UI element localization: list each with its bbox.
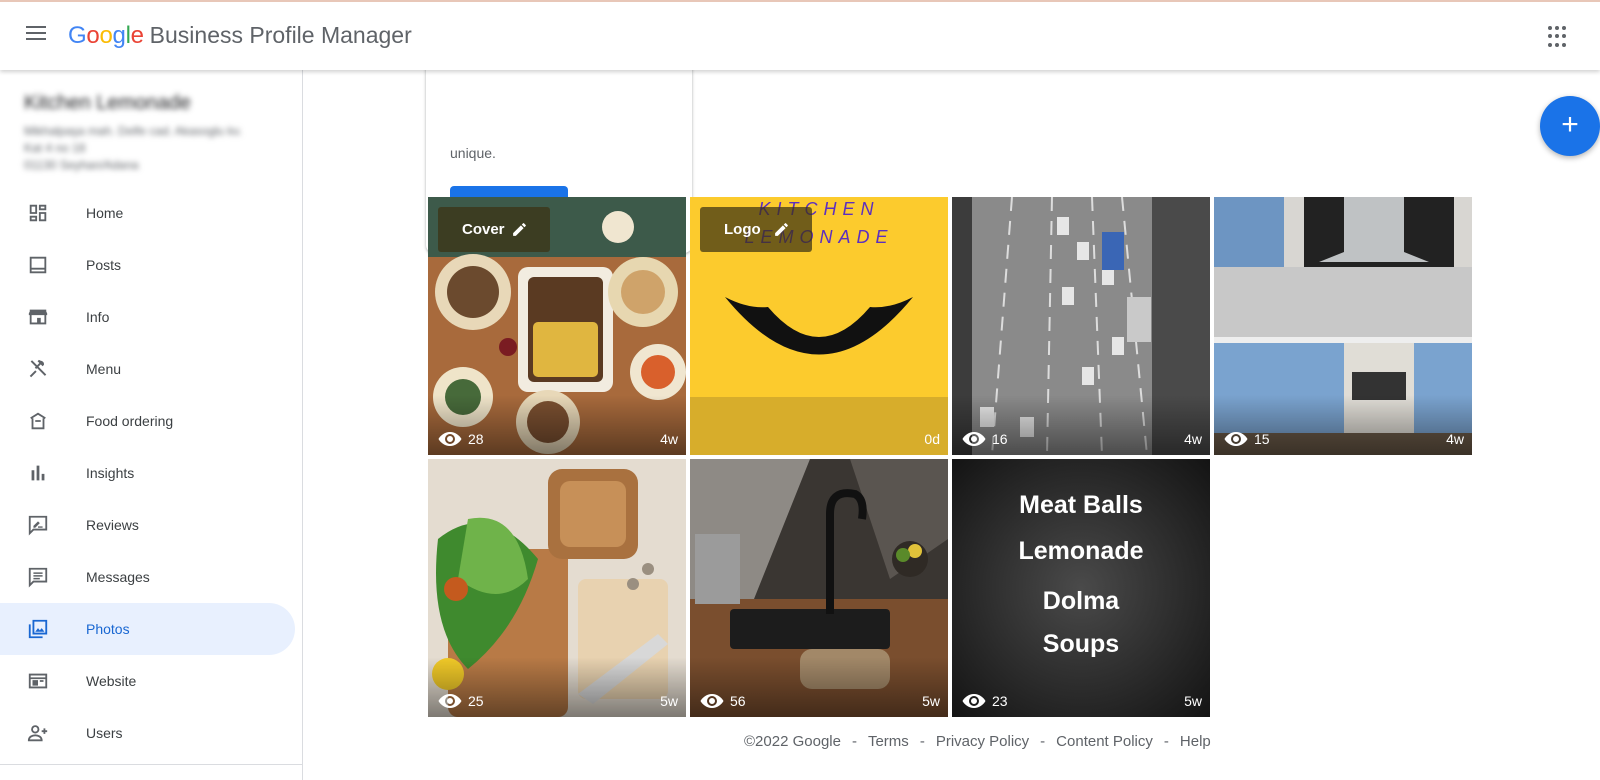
- eye-icon: [962, 694, 986, 708]
- top-app-bar: Google Business Profile Manager: [0, 0, 1600, 70]
- photo-age: 5w: [922, 693, 940, 709]
- photo-tile[interactable]: 56 5w: [690, 459, 948, 717]
- view-count: 56: [700, 693, 746, 709]
- photo-tile[interactable]: 25 5w: [428, 459, 686, 717]
- storefront-icon: [28, 309, 48, 325]
- edit-pencil-icon: [775, 223, 788, 236]
- bar-chart-icon: [31, 465, 45, 481]
- posts-icon: [29, 256, 47, 274]
- cover-badge[interactable]: Cover: [438, 207, 550, 252]
- menu-item-text: Soups: [1042, 630, 1120, 658]
- sidebar-item-menu[interactable]: Menu: [0, 343, 295, 395]
- business-address: Mikhalpaşa mah. Delfe cad. Akasoglu kv. …: [24, 124, 242, 172]
- eye-icon: [438, 432, 462, 446]
- photo-age: 4w: [1184, 431, 1202, 447]
- eye-icon: [1224, 432, 1248, 446]
- sidebar-item-website[interactable]: Website: [0, 655, 295, 707]
- menu-item-text: Meat Balls: [1019, 491, 1143, 519]
- eye-icon: [700, 694, 724, 708]
- photos-icon: [28, 619, 48, 639]
- photo-age: 0d: [924, 431, 940, 447]
- footer-link-help[interactable]: Help: [1180, 733, 1211, 750]
- photo-tile[interactable]: 15 4w: [1214, 197, 1472, 455]
- eye-icon: [962, 432, 986, 446]
- video-card-description: unique.: [450, 145, 496, 161]
- edit-pencil-icon: [513, 223, 526, 236]
- sidebar-divider: [0, 764, 303, 780]
- sidebar-item-food-ordering[interactable]: Food ordering: [0, 395, 295, 447]
- website-icon: [28, 673, 48, 689]
- messages-icon: [28, 567, 48, 588]
- menu-item-text: Dolma: [1042, 587, 1120, 615]
- business-summary: Kitchen Lemonade Mikhalpaşa mah. Delfe c…: [24, 92, 294, 174]
- apps-grid-icon[interactable]: [1548, 26, 1570, 48]
- photo-tile-logo[interactable]: KITCHEN LEMONADE Logo 0d: [690, 197, 948, 455]
- photo-age: 4w: [660, 431, 678, 447]
- food-ordering-icon: [30, 412, 46, 430]
- sidebar-item-home[interactable]: Home: [0, 187, 295, 239]
- add-photo-fab[interactable]: +: [1540, 96, 1600, 156]
- main-menu-icon[interactable]: [22, 22, 50, 50]
- view-count: 25: [438, 693, 484, 709]
- view-count: 23: [962, 693, 1008, 709]
- sidebar-item-posts[interactable]: Posts: [0, 239, 295, 291]
- view-count: 15: [1224, 431, 1270, 447]
- footer: ©2022 Google - Terms - Privacy Policy - …: [744, 733, 1211, 750]
- footer-link-privacy[interactable]: Privacy Policy: [936, 733, 1029, 750]
- sidebar-item-photos[interactable]: Photos: [0, 603, 295, 655]
- sidebar-item-info[interactable]: Info: [0, 291, 295, 343]
- dashboard-icon: [29, 204, 47, 222]
- brand[interactable]: Google Business Profile Manager: [68, 22, 412, 54]
- view-count: 28: [438, 431, 484, 447]
- photo-tile-cover[interactable]: Cover 28 4w: [428, 197, 686, 455]
- sidebar-item-messages[interactable]: Messages: [0, 551, 295, 603]
- main-content: unique. Add videos + Cover: [304, 70, 1600, 780]
- photo-tile[interactable]: Meat Balls Lemonade Dolma Soups 23 5w: [952, 459, 1210, 717]
- sidebar-item-insights[interactable]: Insights: [0, 447, 295, 499]
- footer-link-terms[interactable]: Terms: [868, 733, 909, 750]
- business-name: Kitchen Lemonade: [24, 92, 191, 114]
- photo-age: 5w: [1184, 693, 1202, 709]
- photo-tile[interactable]: 16 4w: [952, 197, 1210, 455]
- rate-review-icon: [28, 515, 48, 536]
- menu-item-text: Lemonade: [1018, 537, 1144, 565]
- product-name: Business Profile Manager: [149, 22, 412, 48]
- sidebar-item-users[interactable]: Users: [0, 707, 295, 759]
- google-logo: Google: [68, 22, 144, 49]
- footer-link-content-policy[interactable]: Content Policy: [1056, 733, 1153, 750]
- add-user-icon: [27, 725, 48, 742]
- logo-badge[interactable]: Logo: [700, 207, 812, 252]
- sidebar-nav: Home Posts Info Menu Food ordering Insig…: [0, 187, 295, 759]
- restaurant-icon: [29, 359, 47, 378]
- sidebar: Kitchen Lemonade Mikhalpaşa mah. Delfe c…: [0, 70, 303, 780]
- view-count: 16: [962, 431, 1008, 447]
- copyright: ©2022 Google: [744, 733, 841, 750]
- photo-age: 5w: [660, 693, 678, 709]
- eye-icon: [438, 694, 462, 708]
- sidebar-item-reviews[interactable]: Reviews: [0, 499, 295, 551]
- photo-age: 4w: [1446, 431, 1464, 447]
